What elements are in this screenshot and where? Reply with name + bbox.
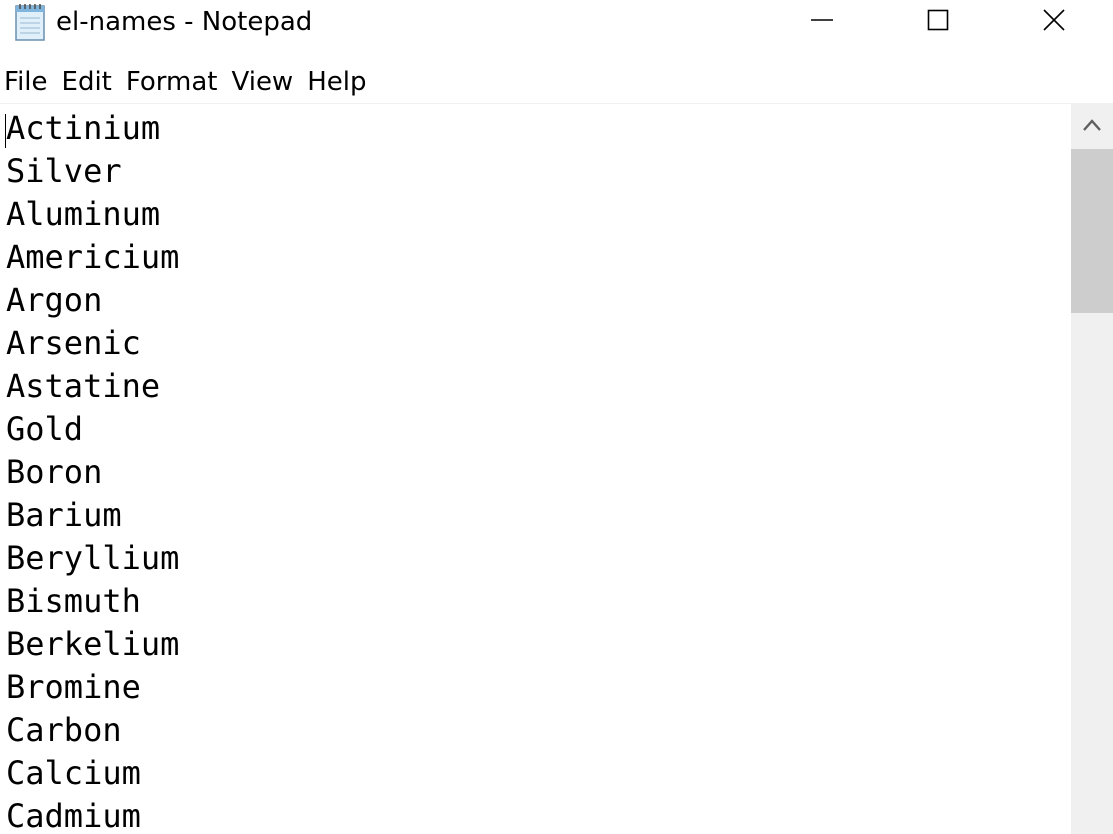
scroll-thumb[interactable]	[1071, 149, 1113, 313]
text-line: Beryllium	[6, 539, 180, 577]
text-line: Aluminum	[6, 195, 161, 233]
text-line: Cadmium	[6, 797, 141, 834]
text-line: Berkelium	[6, 625, 180, 663]
text-line: Actinium	[6, 109, 161, 147]
text-line: Carbon	[6, 711, 122, 749]
scroll-up-button[interactable]	[1071, 104, 1113, 148]
title-bar[interactable]: el-names - Notepad	[0, 0, 1113, 48]
notepad-icon[interactable]	[12, 2, 50, 42]
maximize-icon	[927, 9, 949, 35]
maximize-button[interactable]	[880, 0, 996, 44]
text-line: Argon	[6, 281, 103, 319]
text-lines: Actinium Silver Aluminum Americium Argon…	[6, 107, 179, 834]
text-line: Silver	[6, 152, 122, 190]
text-line: Bromine	[6, 668, 141, 706]
chevron-up-icon	[1082, 117, 1102, 136]
window-title: el-names - Notepad	[56, 7, 313, 37]
text-line: Gold	[6, 410, 84, 448]
text-line: Astatine	[6, 367, 161, 405]
minimize-icon	[811, 9, 833, 35]
text-line: Arsenic	[6, 324, 141, 362]
close-icon	[1043, 9, 1065, 35]
text-line: Boron	[6, 453, 103, 491]
text-editor[interactable]: Actinium Silver Aluminum Americium Argon…	[0, 104, 1071, 834]
menu-bar: File Edit Format View Help	[0, 62, 373, 102]
vertical-scrollbar[interactable]	[1071, 104, 1113, 834]
close-button[interactable]	[996, 0, 1112, 44]
menu-edit[interactable]: Edit	[55, 63, 119, 101]
text-line: Americium	[6, 238, 180, 276]
text-line: Barium	[6, 496, 122, 534]
menu-view[interactable]: View	[225, 63, 301, 101]
menu-format[interactable]: Format	[119, 63, 225, 101]
text-line: Bismuth	[6, 582, 141, 620]
menu-help[interactable]: Help	[300, 63, 373, 101]
menu-file[interactable]: File	[0, 63, 55, 101]
minimize-button[interactable]	[764, 0, 880, 44]
text-line: Calcium	[6, 754, 141, 792]
